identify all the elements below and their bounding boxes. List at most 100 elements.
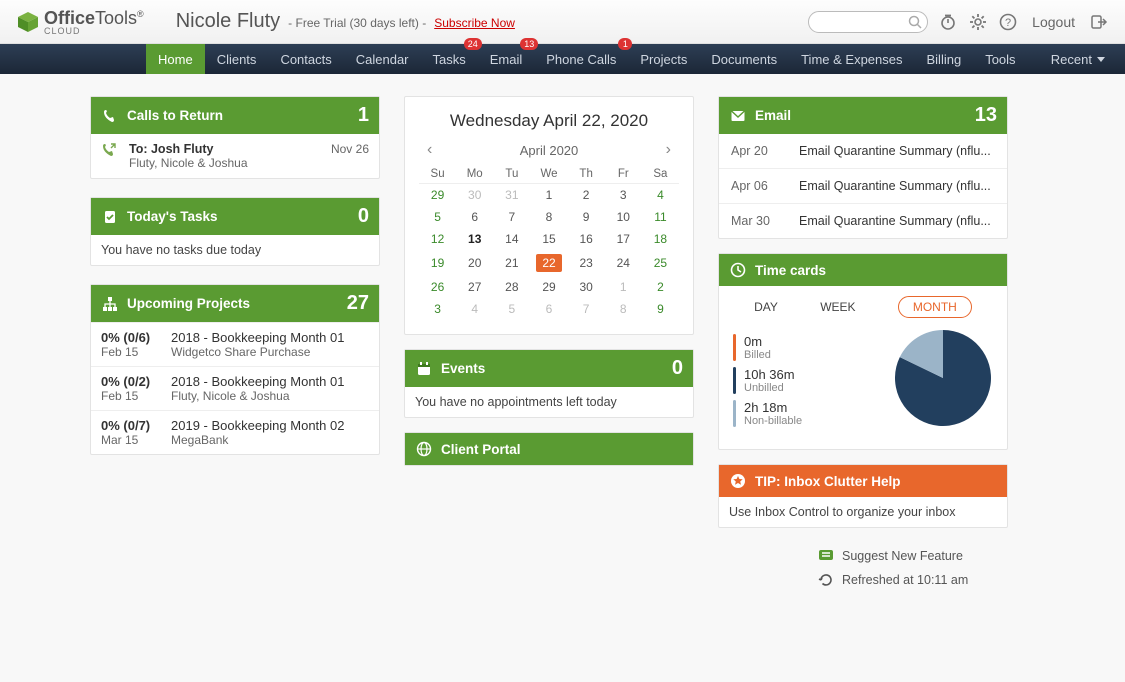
calendar-day[interactable]: 21: [493, 250, 530, 276]
calendar-day[interactable]: 5: [493, 298, 530, 320]
calendar-day[interactable]: 4: [642, 184, 679, 207]
subscribe-link[interactable]: Subscribe Now: [434, 16, 515, 30]
gear-icon[interactable]: [968, 12, 988, 32]
timecard-tab-week[interactable]: WEEK: [820, 300, 855, 314]
timecard-tab-day[interactable]: DAY: [754, 300, 778, 314]
nav-calendar[interactable]: Calendar: [344, 44, 421, 74]
nav-clients[interactable]: Clients: [205, 44, 269, 74]
timecards-pie-chart: [893, 328, 993, 428]
calendar-day[interactable]: 20: [456, 250, 493, 276]
calendar-day[interactable]: 3: [605, 184, 642, 207]
calendar-day[interactable]: 18: [642, 228, 679, 250]
calendar-day[interactable]: 12: [419, 228, 456, 250]
phone-callout-icon: [101, 142, 123, 170]
nav-tasks[interactable]: Tasks24: [421, 44, 478, 74]
calendar-day[interactable]: 8: [530, 206, 567, 228]
help-icon[interactable]: ?: [998, 12, 1018, 32]
calendar-day[interactable]: 31: [493, 184, 530, 207]
calls-panel: Calls to Return 1 To: Josh FlutyFluty, N…: [90, 96, 380, 179]
client-portal-panel[interactable]: Client Portal: [404, 432, 694, 466]
timer-icon[interactable]: [938, 12, 958, 32]
projects-title: Upcoming Projects: [127, 296, 250, 311]
calendar-icon: [415, 360, 433, 378]
calendar-day[interactable]: 13: [456, 228, 493, 250]
nav-documents[interactable]: Documents: [699, 44, 789, 74]
timecard-legend-item: 2h 18mNon-billable: [733, 400, 883, 427]
calendar-month-label: April 2020: [520, 143, 579, 158]
calendar-day[interactable]: 3: [419, 298, 456, 320]
calendar-day[interactable]: 1: [605, 276, 642, 298]
calendar-day[interactable]: 8: [605, 298, 642, 320]
calendar-day[interactable]: 2: [642, 276, 679, 298]
email-row[interactable]: Mar 30Email Quarantine Summary (nflu...: [719, 203, 1007, 238]
tip-title: TIP: Inbox Clutter Help: [755, 474, 901, 489]
timecard-tab-month[interactable]: MONTH: [898, 296, 972, 318]
timecard-legend-item: 0mBilled: [733, 334, 883, 361]
nav-tools[interactable]: Tools: [973, 44, 1027, 74]
calendar-day[interactable]: 24: [605, 250, 642, 276]
calendar-day[interactable]: 28: [493, 276, 530, 298]
email-row[interactable]: Apr 20Email Quarantine Summary (nflu...: [719, 134, 1007, 168]
calendar-day[interactable]: 30: [456, 184, 493, 207]
events-title: Events: [441, 361, 485, 376]
calendar-prev-icon[interactable]: ‹: [427, 141, 432, 159]
calendar-day[interactable]: 16: [568, 228, 605, 250]
calendar-day[interactable]: 22: [530, 250, 567, 276]
calendar-day[interactable]: 29: [530, 276, 567, 298]
calendar-day[interactable]: 19: [419, 250, 456, 276]
nav-home[interactable]: Home: [146, 44, 205, 74]
calendar-day[interactable]: 15: [530, 228, 567, 250]
logout-link[interactable]: Logout: [1032, 14, 1075, 30]
email-row[interactable]: Apr 06Email Quarantine Summary (nflu...: [719, 168, 1007, 203]
calendar-day[interactable]: 5: [419, 206, 456, 228]
calendar-day[interactable]: 26: [419, 276, 456, 298]
project-row[interactable]: 0% (0/6)2018 - Bookkeeping Month 01 Feb …: [91, 322, 379, 366]
timecards-title: Time cards: [755, 263, 826, 278]
projects-count: 27: [347, 292, 369, 315]
email-count: 13: [975, 104, 997, 127]
logout-icon[interactable]: [1089, 12, 1109, 32]
calendar-day[interactable]: 4: [456, 298, 493, 320]
calls-title: Calls to Return: [127, 108, 223, 123]
calendar-day[interactable]: 9: [642, 298, 679, 320]
calendar-day[interactable]: 29: [419, 184, 456, 207]
calendar-day[interactable]: 6: [530, 298, 567, 320]
nav-contacts[interactable]: Contacts: [268, 44, 343, 74]
calendar-day[interactable]: 7: [493, 206, 530, 228]
calendar-day[interactable]: 2: [568, 184, 605, 207]
calendar-day[interactable]: 25: [642, 250, 679, 276]
calendar-day[interactable]: 27: [456, 276, 493, 298]
calendar-next-icon[interactable]: ›: [666, 141, 671, 159]
calendar-day[interactable]: 17: [605, 228, 642, 250]
calendar-day[interactable]: 10: [605, 206, 642, 228]
project-row[interactable]: 0% (0/7)2019 - Bookkeeping Month 02 Mar …: [91, 410, 379, 454]
project-row[interactable]: 0% (0/2)2018 - Bookkeeping Month 01 Feb …: [91, 366, 379, 410]
top-bar: OfficeTools® CLOUD Nicole Fluty - Free T…: [0, 0, 1125, 44]
calendar-day[interactable]: 1: [530, 184, 567, 207]
nav-email[interactable]: Email13: [478, 44, 535, 74]
calendar-day[interactable]: 30: [568, 276, 605, 298]
calendar-day[interactable]: 14: [493, 228, 530, 250]
calendar-day[interactable]: 11: [642, 206, 679, 228]
clipboard-icon: [101, 208, 119, 226]
calendar-day[interactable]: 23: [568, 250, 605, 276]
nav-projects[interactable]: Projects: [628, 44, 699, 74]
nav-billing[interactable]: Billing: [915, 44, 974, 74]
call-row[interactable]: To: Josh FlutyFluty, Nicole & Joshua Nov…: [91, 134, 379, 178]
tasks-title: Today's Tasks: [127, 209, 218, 224]
email-panel: Email 13 Apr 20Email Quarantine Summary …: [718, 96, 1008, 239]
client-portal-title: Client Portal: [441, 442, 521, 457]
nav-time-expenses[interactable]: Time & Expenses: [789, 44, 914, 74]
timecard-legend-item: 10h 36mUnbilled: [733, 367, 883, 394]
nav-phone-calls[interactable]: Phone Calls1: [534, 44, 628, 74]
calendar-day[interactable]: 6: [456, 206, 493, 228]
calendar-day[interactable]: 7: [568, 298, 605, 320]
sitemap-icon: [101, 295, 119, 313]
calendar-day[interactable]: 9: [568, 206, 605, 228]
refresh-status[interactable]: Refreshed at 10:11 am: [818, 572, 968, 588]
suggest-feature-link[interactable]: Suggest New Feature: [818, 548, 963, 564]
logo-cube-icon: [16, 10, 40, 34]
tasks-panel: Today's Tasks 0 You have no tasks due to…: [90, 197, 380, 266]
clock-icon: [729, 261, 747, 279]
nav-recent[interactable]: Recent: [1039, 44, 1117, 74]
